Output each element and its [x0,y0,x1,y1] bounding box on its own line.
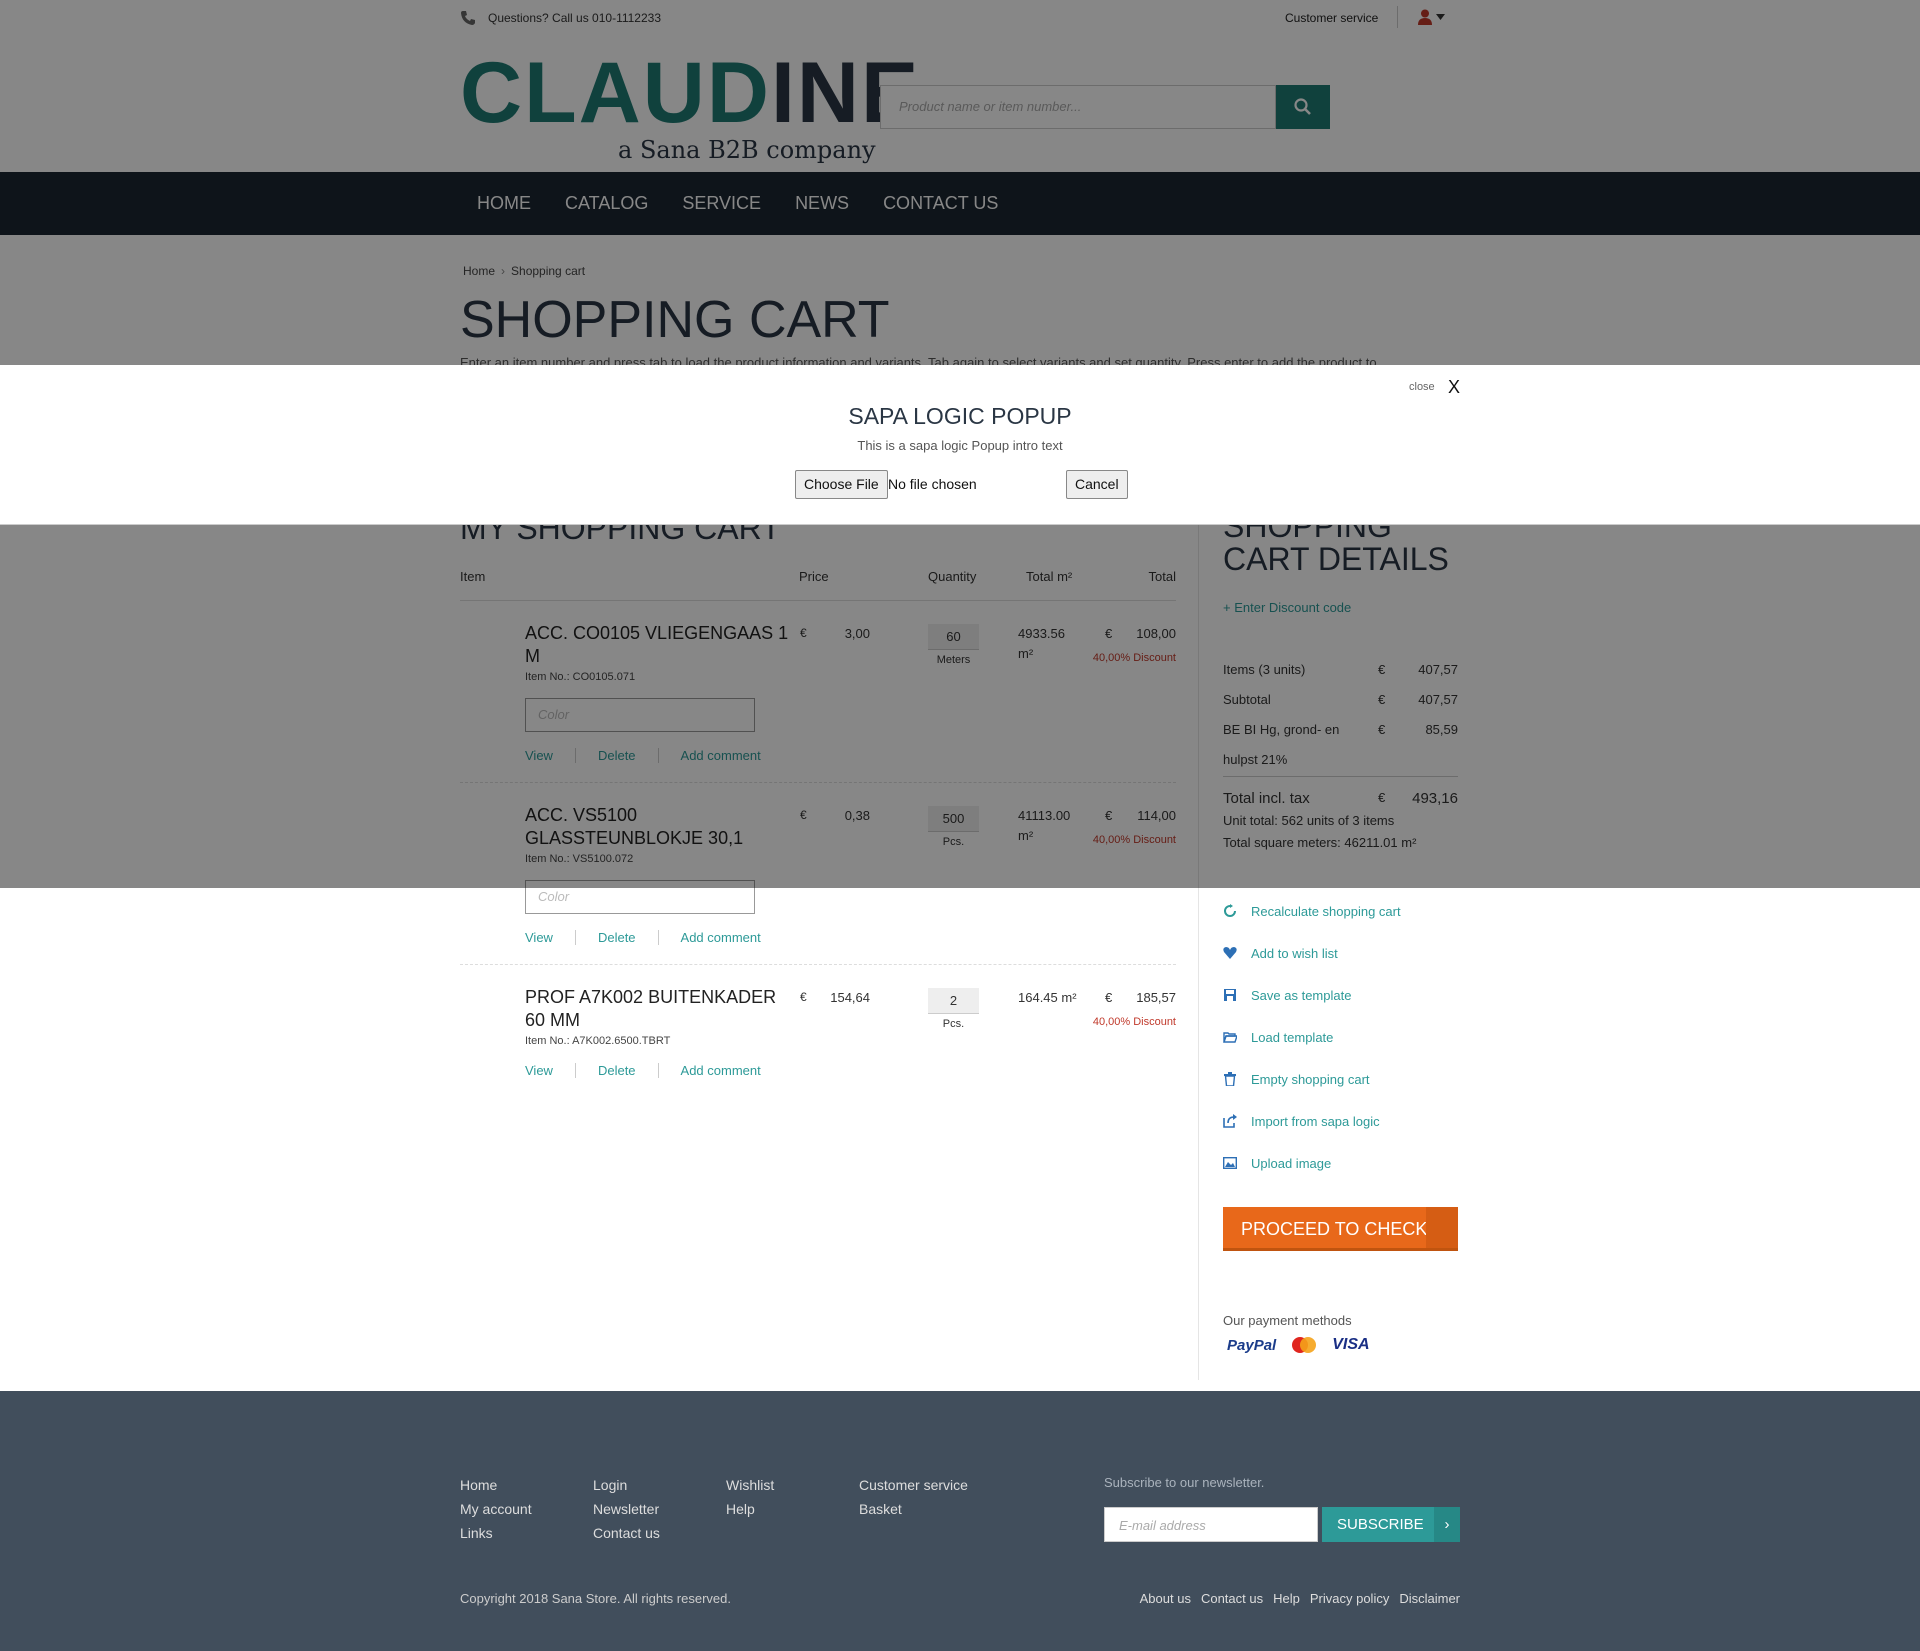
add-comment-link[interactable]: Add comment [657,1063,783,1078]
row-divider [460,964,1176,965]
newsletter-title: Subscribe to our newsletter. [1104,1475,1265,1490]
footer-contact-us[interactable]: Contact us [1201,1591,1263,1606]
upload-image-action[interactable]: Upload image [1223,1142,1401,1184]
empty-cart-link[interactable]: Empty shopping cart [1251,1072,1370,1087]
footer-link-my-account[interactable]: My account [460,1497,532,1521]
footer-link-customer-service[interactable]: Customer service [859,1473,968,1497]
footer-column-4: Customer service Basket [859,1473,968,1521]
view-link[interactable]: View [525,930,575,945]
footer-link-wishlist[interactable]: Wishlist [726,1473,774,1497]
subscribe-label: SUBSCRIBE [1337,1516,1424,1533]
import-icon [1223,1114,1237,1128]
proceed-to-checkout-button[interactable]: PROCEED TO CHECKOUT [1223,1207,1458,1251]
cart-actions-list: Recalculate shopping cart Add to wish li… [1223,890,1401,1184]
image-icon [1223,1157,1237,1170]
paypal-logo: PayPal [1227,1336,1277,1354]
item-number: Item No.: A7K002.6500.TBRT [525,1035,671,1047]
checkout-arrow-tab [1426,1207,1458,1248]
close-label[interactable]: close [1409,381,1435,393]
mastercard-logo [1292,1337,1317,1353]
trash-icon [1224,1072,1236,1086]
view-link[interactable]: View [525,1063,575,1078]
empty-cart-action[interactable]: Empty shopping cart [1223,1058,1401,1100]
product-name[interactable]: PROF A7K002 BUITENKADER 60 MM [525,986,800,1032]
footer-link-contact-us[interactable]: Contact us [593,1521,660,1545]
popup-title: SAPA LOGIC POPUP [848,403,1072,429]
footer-about-us[interactable]: About us [1140,1591,1191,1606]
discount-label: 40,00% Discount [1092,1016,1176,1028]
subscribe-button[interactable]: SUBSCRIBE › [1322,1507,1460,1542]
delete-link[interactable]: Delete [574,930,658,945]
payment-methods: PayPal VISA [1227,1336,1370,1354]
row-actions: View Delete Add comment [525,1063,783,1078]
footer-link-help[interactable]: Help [726,1497,774,1521]
delete-link[interactable]: Delete [574,1063,658,1078]
save-icon [1224,989,1236,1001]
add-to-wishlist-link[interactable]: Add to wish list [1251,946,1338,961]
refresh-icon [1224,904,1236,917]
copyright: Copyright 2018 Sana Store. All rights re… [460,1591,731,1606]
footer-link-login[interactable]: Login [593,1473,660,1497]
recalculate-link[interactable]: Recalculate shopping cart [1251,904,1401,919]
footer-column-3: Wishlist Help [726,1473,774,1521]
quantity-unit: Pcs. [942,1018,965,1030]
recalculate-action[interactable]: Recalculate shopping cart [1223,890,1401,932]
footer-link-links[interactable]: Links [460,1521,532,1545]
footer-disclaimer[interactable]: Disclaimer [1399,1591,1460,1606]
import-sapa-logic-link[interactable]: Import from sapa logic [1251,1114,1380,1129]
total-m2: 164.45 m² [1018,990,1077,1005]
file-status: No file chosen [888,476,977,492]
payment-methods-title: Our payment methods [1223,1313,1352,1328]
upload-image-link[interactable]: Upload image [1251,1156,1331,1171]
folder-open-icon [1223,1032,1237,1043]
visa-logo: VISA [1332,1336,1370,1353]
newsletter-email-input[interactable]: E-mail address [1104,1507,1318,1542]
wishlist-action[interactable]: Add to wish list [1223,932,1401,974]
load-template-link[interactable]: Load template [1251,1030,1333,1045]
add-comment-link[interactable]: Add comment [657,930,783,945]
row-actions: View Delete Add comment [525,930,783,945]
footer-column-2: Login Newsletter Contact us [593,1473,660,1545]
heart-icon [1223,947,1237,959]
footer-privacy-policy[interactable]: Privacy policy [1310,1591,1389,1606]
footer: Home My account Links Login Newsletter C… [0,1391,1920,1651]
chevron-right-icon: › [1434,1507,1460,1542]
footer-help[interactable]: Help [1273,1591,1300,1606]
load-template-action[interactable]: Load template [1223,1016,1401,1058]
line-total: 185,57 [1136,990,1176,1005]
footer-link-newsletter[interactable]: Newsletter [593,1497,660,1521]
popup-intro: This is a sapa logic Popup intro text [857,438,1063,453]
footer-bottom-links: About us Contact us Help Privacy policy … [1140,1591,1460,1606]
quantity-input[interactable]: 2 [928,988,979,1014]
save-template-action[interactable]: Save as template [1223,974,1401,1016]
close-icon[interactable]: X [1448,377,1460,398]
import-sapa-action[interactable]: Import from sapa logic [1223,1100,1401,1142]
cart-row: PROF A7K002 BUITENKADER 60 MM Item No.: … [460,986,1176,1086]
cancel-button[interactable]: Cancel [1066,470,1128,499]
price-currency: € [800,990,807,1004]
footer-link-home[interactable]: Home [460,1473,532,1497]
choose-file-button[interactable]: Choose File [795,470,888,499]
save-as-template-link[interactable]: Save as template [1251,988,1351,1003]
footer-link-basket[interactable]: Basket [859,1497,968,1521]
sapa-logic-popup: close X SAPA LOGIC POPUP This is a sapa … [0,365,1920,525]
price: 154,64 [830,990,870,1005]
footer-column-1: Home My account Links [460,1473,532,1545]
total-currency: € [1105,990,1113,1005]
